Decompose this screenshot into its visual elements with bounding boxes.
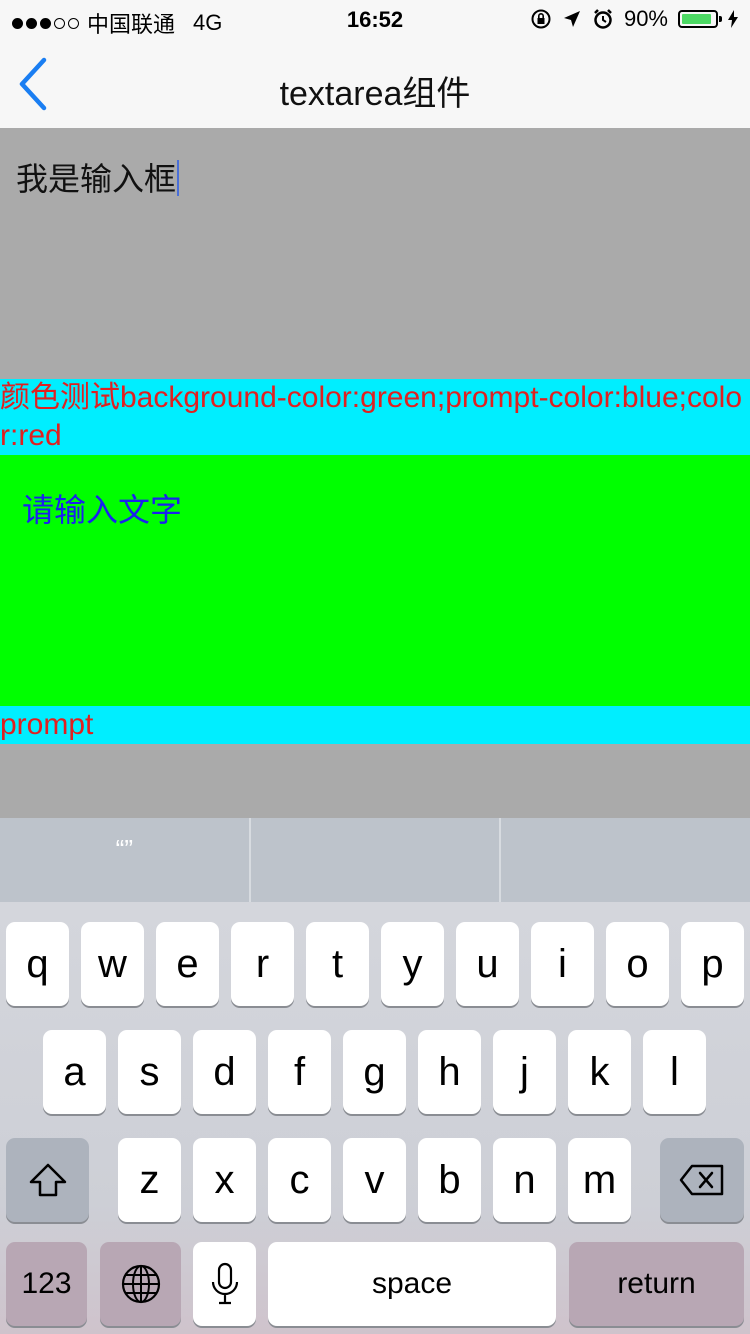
key-g[interactable]: g bbox=[343, 1030, 406, 1114]
page-title: textarea组件 bbox=[279, 75, 471, 113]
key-y[interactable]: y bbox=[381, 922, 444, 1006]
textarea-colored-placeholder: 请输入文字 bbox=[22, 492, 183, 528]
key-x[interactable]: x bbox=[193, 1138, 256, 1222]
return-key[interactable]: return bbox=[569, 1242, 744, 1326]
key-r[interactable]: r bbox=[231, 922, 294, 1006]
battery-percent: 90% bbox=[623, 6, 668, 31]
delete-backward-icon bbox=[679, 1164, 724, 1196]
key-u[interactable]: u bbox=[456, 922, 519, 1006]
numbers-key[interactable]: 123 bbox=[6, 1242, 87, 1326]
text-cursor bbox=[177, 160, 180, 196]
key-q[interactable]: q bbox=[6, 922, 69, 1006]
textarea-default[interactable]: 我是输入框 bbox=[0, 128, 750, 379]
navigation-bar: textarea组件 bbox=[0, 40, 750, 128]
key-j[interactable]: j bbox=[493, 1030, 556, 1114]
key-a[interactable]: a bbox=[43, 1030, 106, 1114]
key-b[interactable]: b bbox=[418, 1138, 481, 1222]
key-h[interactable]: h bbox=[418, 1030, 481, 1114]
key-d[interactable]: d bbox=[193, 1030, 256, 1114]
shift-key[interactable] bbox=[6, 1138, 89, 1222]
key-s[interactable]: s bbox=[118, 1030, 181, 1114]
key-z[interactable]: z bbox=[118, 1138, 181, 1222]
location-arrow-icon bbox=[563, 11, 580, 27]
suggestion-item[interactable] bbox=[248, 818, 500, 902]
key-e[interactable]: e bbox=[156, 922, 219, 1006]
globe-key[interactable] bbox=[100, 1242, 181, 1326]
backspace-key[interactable] bbox=[660, 1138, 744, 1222]
globe-icon bbox=[121, 1264, 160, 1304]
key-w[interactable]: w bbox=[81, 922, 144, 1006]
textarea-default-value: 我是输入框 bbox=[16, 161, 177, 197]
key-m[interactable]: m bbox=[568, 1138, 631, 1222]
key-o[interactable]: o bbox=[606, 922, 669, 1006]
key-c[interactable]: c bbox=[268, 1138, 331, 1222]
keyboard: q w e r t y u i o p a s d f g h j k l z … bbox=[0, 902, 750, 1334]
key-p[interactable]: p bbox=[681, 922, 744, 1006]
predictive-text-bar: “” bbox=[0, 818, 750, 902]
shift-arrow-icon bbox=[29, 1163, 66, 1197]
color-test-label: 颜色测试background-color:green;prompt-color:… bbox=[0, 379, 750, 455]
dictation-key[interactable] bbox=[193, 1242, 256, 1326]
key-t[interactable]: t bbox=[306, 922, 369, 1006]
battery-icon bbox=[678, 10, 722, 28]
charging-bolt-icon bbox=[728, 10, 738, 28]
suggestion-item[interactable] bbox=[499, 818, 750, 902]
textarea-colored[interactable]: 请输入文字 bbox=[0, 455, 750, 706]
key-l[interactable]: l bbox=[643, 1030, 706, 1114]
key-k[interactable]: k bbox=[568, 1030, 631, 1114]
alarm-icon bbox=[594, 9, 612, 29]
key-n[interactable]: n bbox=[493, 1138, 556, 1222]
orientation-lock-icon bbox=[531, 9, 551, 29]
status-bar: 中国联通 4G 16:52 90% bbox=[0, 0, 750, 40]
prompt-label: prompt bbox=[0, 706, 750, 744]
suggestion-item[interactable]: “” bbox=[0, 818, 249, 902]
space-key[interactable]: space bbox=[268, 1242, 556, 1326]
key-i[interactable]: i bbox=[531, 922, 594, 1006]
status-right: 90% bbox=[530, 6, 738, 32]
key-f[interactable]: f bbox=[268, 1030, 331, 1114]
key-v[interactable]: v bbox=[343, 1138, 406, 1222]
microphone-icon bbox=[211, 1262, 238, 1305]
